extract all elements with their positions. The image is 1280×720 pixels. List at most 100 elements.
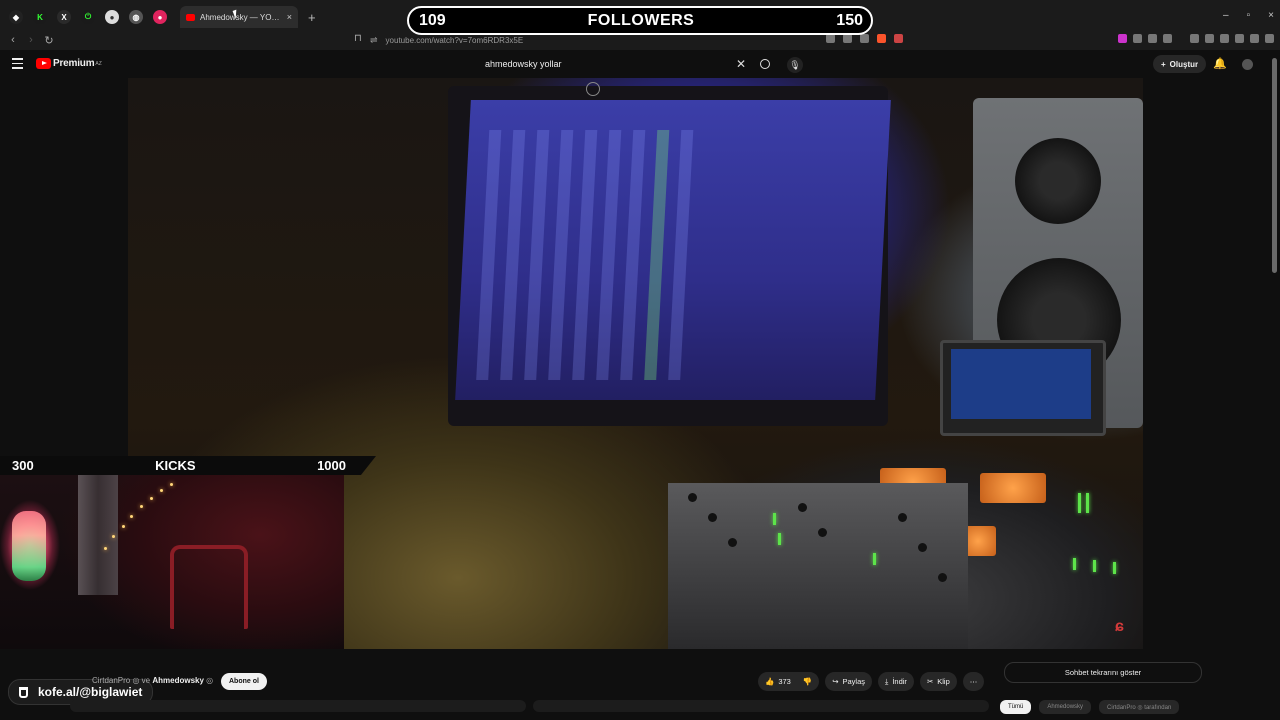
avatar[interactable] (1242, 59, 1253, 70)
verified-icon: ◎ (206, 676, 214, 685)
webcam-overlay (0, 475, 344, 649)
new-tab-button[interactable]: + (308, 10, 316, 25)
thumbs-up-icon: 👍 (765, 677, 775, 686)
download-label: İndir (892, 677, 907, 686)
extension-icon[interactable] (1250, 34, 1259, 43)
hamburger-icon[interactable] (12, 58, 23, 72)
followers-label: FOLLOWERS (587, 11, 695, 29)
clip-label: Klip (937, 677, 950, 686)
extension-icon[interactable] (1133, 34, 1142, 43)
maximize-button[interactable]: ▫ (1247, 10, 1251, 21)
brave-shield-icon[interactable] (877, 34, 886, 43)
chip-collab[interactable]: CirtdanPro ◎ tarafından (1099, 700, 1180, 714)
pinned-tab-icon[interactable]: ● (153, 10, 167, 24)
extension-icon[interactable] (1235, 34, 1244, 43)
forward-icon[interactable]: › (26, 34, 36, 46)
power-icon[interactable]: ⏻ (81, 10, 95, 24)
download-button[interactable]: ⤓ İndir (878, 672, 914, 691)
share-label: Paylaş (842, 677, 866, 686)
page-actions (826, 34, 903, 43)
youtube-favicon-icon (186, 13, 195, 21)
video-scene-daw-screen (455, 100, 891, 400)
youtube-header: Premium AZ ahmedowsky yollar ✕ 🎙 + Oluşt… (0, 50, 1280, 78)
subscribe-button[interactable]: Abone ol (221, 673, 267, 690)
minimize-button[interactable]: – (1223, 10, 1229, 21)
logo-text: Premium (53, 58, 95, 69)
cast-icon[interactable] (826, 34, 835, 43)
video-actions: 👍 373 👎 ↪ Paylaş ⤓ İndir ✂ Klip ⋯ (758, 672, 985, 691)
search-bar[interactable]: ahmedowsky yollar ✕ (478, 54, 778, 74)
like-button[interactable]: 👍 373 👎 (758, 672, 820, 691)
youtube-premium-logo[interactable]: Premium AZ (36, 58, 102, 69)
back-icon[interactable]: ‹ (8, 34, 18, 46)
pinned-tab-icon[interactable]: K (33, 10, 47, 24)
studio-logo-icon: ɕ (1115, 618, 1124, 635)
kicks-goal-bar: 300 KICKS 1000 (0, 456, 376, 475)
comment-preview[interactable] (533, 700, 989, 712)
kicks-label: KICKS (155, 458, 196, 473)
bookmark-icon[interactable]: ⊓ (354, 33, 362, 44)
clip-button[interactable]: ✂ Klip (919, 672, 957, 691)
youtube-play-icon (36, 58, 51, 69)
chip-all[interactable]: Tümü (1000, 700, 1032, 714)
close-window-button[interactable]: × (1268, 10, 1274, 21)
chip-channel[interactable]: Ahmedowsky (1039, 700, 1092, 714)
followers-goal: 150 (836, 11, 863, 29)
cup-icon (19, 686, 28, 698)
wallet-icon[interactable] (1220, 34, 1229, 43)
more-actions-button[interactable]: ⋯ (962, 672, 985, 691)
pinned-tab-icon[interactable]: ● (105, 10, 119, 24)
video-scene-console (668, 483, 968, 649)
video-scene-loudness-meter (940, 340, 1106, 436)
search-input[interactable]: ahmedowsky yollar (478, 59, 736, 69)
pinned-tabs: ◆ K X ⏻ ● ◍ ● (4, 10, 172, 24)
search-icon[interactable] (760, 59, 770, 69)
reload-icon[interactable]: ↻ (44, 34, 54, 47)
followers-goal-bar: 109 FOLLOWERS 150 (407, 6, 873, 35)
pinned-tab-icon[interactable]: ◍ (129, 10, 143, 24)
share-button[interactable]: ↪ Paylaş (825, 672, 873, 691)
followers-current: 109 (419, 11, 446, 29)
clear-search-icon[interactable]: ✕ (736, 57, 746, 71)
scissors-icon: ✂ (926, 677, 934, 686)
extension-icon[interactable] (1163, 34, 1172, 43)
close-tab-icon[interactable]: × (287, 12, 292, 22)
download-icon: ⤓ (885, 676, 889, 686)
kofe-link: kofe.al/@biglawiet (38, 685, 143, 699)
show-chat-replay-button[interactable]: Sohbet tekrarını göster (1004, 662, 1202, 683)
bell-icon[interactable]: 🔔 (1213, 57, 1227, 70)
channel-name[interactable]: Ahmedowsky (152, 676, 204, 685)
create-button[interactable]: + Oluştur (1153, 55, 1207, 73)
extensions-toolbar (1118, 34, 1280, 43)
pinned-tab-icon[interactable]: X (57, 10, 71, 24)
mic-icon[interactable]: 🎙 (787, 57, 803, 73)
gaming-chair (170, 545, 248, 629)
translate-icon[interactable] (843, 34, 852, 43)
description-preview[interactable] (70, 700, 526, 712)
extension-icon[interactable] (1118, 34, 1127, 43)
share-icon: ↪ (832, 677, 839, 686)
tab-title: Ahmedowsky — YOLLAR (Studio (200, 12, 283, 22)
pinned-tab-icon[interactable]: ◆ (9, 10, 23, 24)
extension-icon[interactable] (1265, 34, 1274, 43)
thumbs-down-icon[interactable]: 👎 (803, 677, 812, 686)
window-controls: – ▫ × (1223, 10, 1274, 21)
rewards-icon[interactable] (894, 34, 903, 43)
video-scene-vu-meter (980, 473, 1046, 503)
site-info-icon[interactable]: ⇌ (370, 35, 378, 46)
hp-logo-icon (586, 82, 600, 96)
music-icon[interactable] (1190, 34, 1199, 43)
sidebar-icon[interactable] (1205, 34, 1214, 43)
url-text: youtube.com/watch?v=7om6RDR3x5E (385, 35, 524, 45)
plus-icon: + (1161, 59, 1166, 69)
related-filter-chips: Tümü Ahmedowsky CirtdanPro ◎ tarafından (1000, 700, 1180, 714)
rgb-light (12, 511, 46, 581)
channel-attribution[interactable]: CirtdanPro ◎ ve Ahmedowsky ◎ (92, 676, 213, 685)
extension-icon[interactable] (1148, 34, 1157, 43)
page-scrollbar[interactable] (1272, 58, 1277, 273)
kicks-goal: 1000 (317, 458, 346, 473)
country-code: AZ (95, 60, 102, 67)
collab-prefix: CirtdanPro ◎ ve (92, 676, 153, 685)
share-page-icon[interactable] (860, 34, 869, 43)
kicks-current: 300 (12, 458, 34, 473)
